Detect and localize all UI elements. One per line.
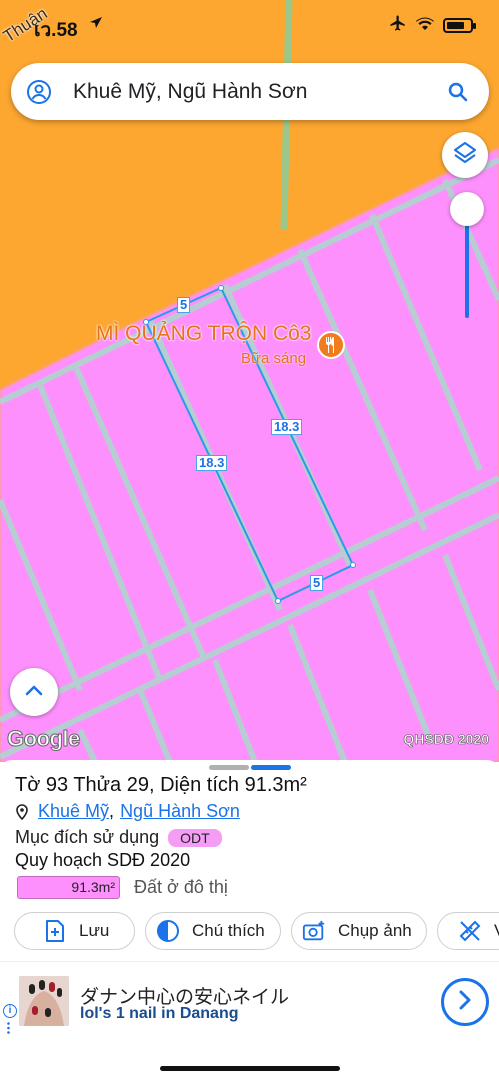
airplane-icon <box>389 14 407 37</box>
chevron-up-icon <box>25 683 43 701</box>
ruler-icon <box>458 919 482 943</box>
annotate-button[interactable]: Chú thích <box>145 912 281 950</box>
info-icon[interactable]: i <box>3 1004 17 1018</box>
ad-banner[interactable]: i ダナン中心の安心ネイル lol's 1 nail in Danang <box>0 961 499 1041</box>
ad-image[interactable] <box>19 976 69 1026</box>
dimension-right: 18.3 <box>271 419 303 435</box>
save-label: Lưu <box>79 921 110 940</box>
dimension-left: 18.3 <box>196 455 228 471</box>
add-document-icon <box>43 919 67 943</box>
restaurant-icon[interactable] <box>317 331 345 359</box>
measure-button[interactable]: V <box>437 912 499 950</box>
contrast-icon <box>156 919 180 943</box>
ward-link[interactable]: Khuê Mỹ <box>38 801 109 822</box>
plan-title: Quy hoạch SDĐ 2020 <box>15 850 191 870</box>
area-legend-row: 91.3m² Đất ở đô thị <box>17 876 228 899</box>
search-bar[interactable]: Khuê Mỹ, Ngũ Hành Sơn <box>11 63 489 120</box>
sheet-handle-active[interactable] <box>251 765 291 770</box>
expand-button[interactable] <box>10 668 58 716</box>
google-logo: Google <box>7 726 81 752</box>
ad-cta-button[interactable] <box>441 978 489 1026</box>
location-pin-icon <box>15 803 29 820</box>
add-photo-icon <box>302 919 326 943</box>
poi-subtitle: Bữa sáng <box>241 350 307 367</box>
opacity-slider-track[interactable] <box>465 220 469 318</box>
save-button[interactable]: Lưu <box>14 912 135 950</box>
status-bar: เว.58 <box>0 0 499 50</box>
annotate-label: Chú thích <box>192 921 265 940</box>
area-swatch: 91.3m² <box>17 876 120 899</box>
layer-label: QHSDĐ 2020 <box>403 731 489 748</box>
parcel-title: Tờ 93 Thửa 29, Diện tích 91.3m² <box>15 774 307 796</box>
address-separator: , <box>109 801 115 821</box>
ad-subtitle[interactable]: lol's 1 nail in Danang <box>80 1005 239 1023</box>
layers-button[interactable] <box>442 132 488 178</box>
map-view[interactable]: Thuận 5 18.3 18.3 5 MÌ QUẢNG TRỘN Cô3 Bữ… <box>0 0 499 762</box>
battery-icon <box>443 18 476 33</box>
search-icon[interactable] <box>446 80 470 104</box>
land-purpose: Mục đích sử dụng ODT <box>15 827 222 848</box>
purpose-label: Mục đích sử dụng <box>15 827 160 847</box>
status-time: เว.58 <box>34 20 78 41</box>
parcel-sheet[interactable]: Tờ 93 Thửa 29, Diện tích 91.3m² Khuê Mỹ … <box>0 760 499 1080</box>
measure-label: V <box>494 921 499 941</box>
district-link[interactable]: Ngũ Hành Sơn <box>120 801 240 822</box>
wifi-icon <box>416 16 434 36</box>
ad-menu-icon[interactable] <box>7 1022 10 1034</box>
action-bar: Lưu Chú thích Chụp ảnh V <box>14 912 499 950</box>
poi-title[interactable]: MÌ QUẢNG TRỘN Cô3 <box>96 322 311 346</box>
parcel-address: Khuê Mỹ , Ngũ Hành Sơn <box>15 801 240 822</box>
purpose-badge: ODT <box>168 828 222 847</box>
home-indicator[interactable] <box>160 1066 340 1071</box>
sheet-handle[interactable] <box>209 765 249 770</box>
dimension-bottom: 5 <box>310 575 324 591</box>
user-icon[interactable] <box>26 79 52 105</box>
photo-label: Chụp ảnh <box>338 921 412 940</box>
dimension-top: 5 <box>177 297 191 313</box>
search-input[interactable]: Khuê Mỹ, Ngũ Hành Sơn <box>73 80 446 104</box>
area-description: Đất ở đô thị <box>134 877 228 897</box>
photo-button[interactable]: Chụp ảnh <box>291 912 427 950</box>
chevron-right-icon <box>458 989 472 1016</box>
opacity-slider-knob[interactable] <box>450 192 484 226</box>
location-arrow-icon <box>89 16 103 35</box>
layers-icon <box>452 140 478 171</box>
